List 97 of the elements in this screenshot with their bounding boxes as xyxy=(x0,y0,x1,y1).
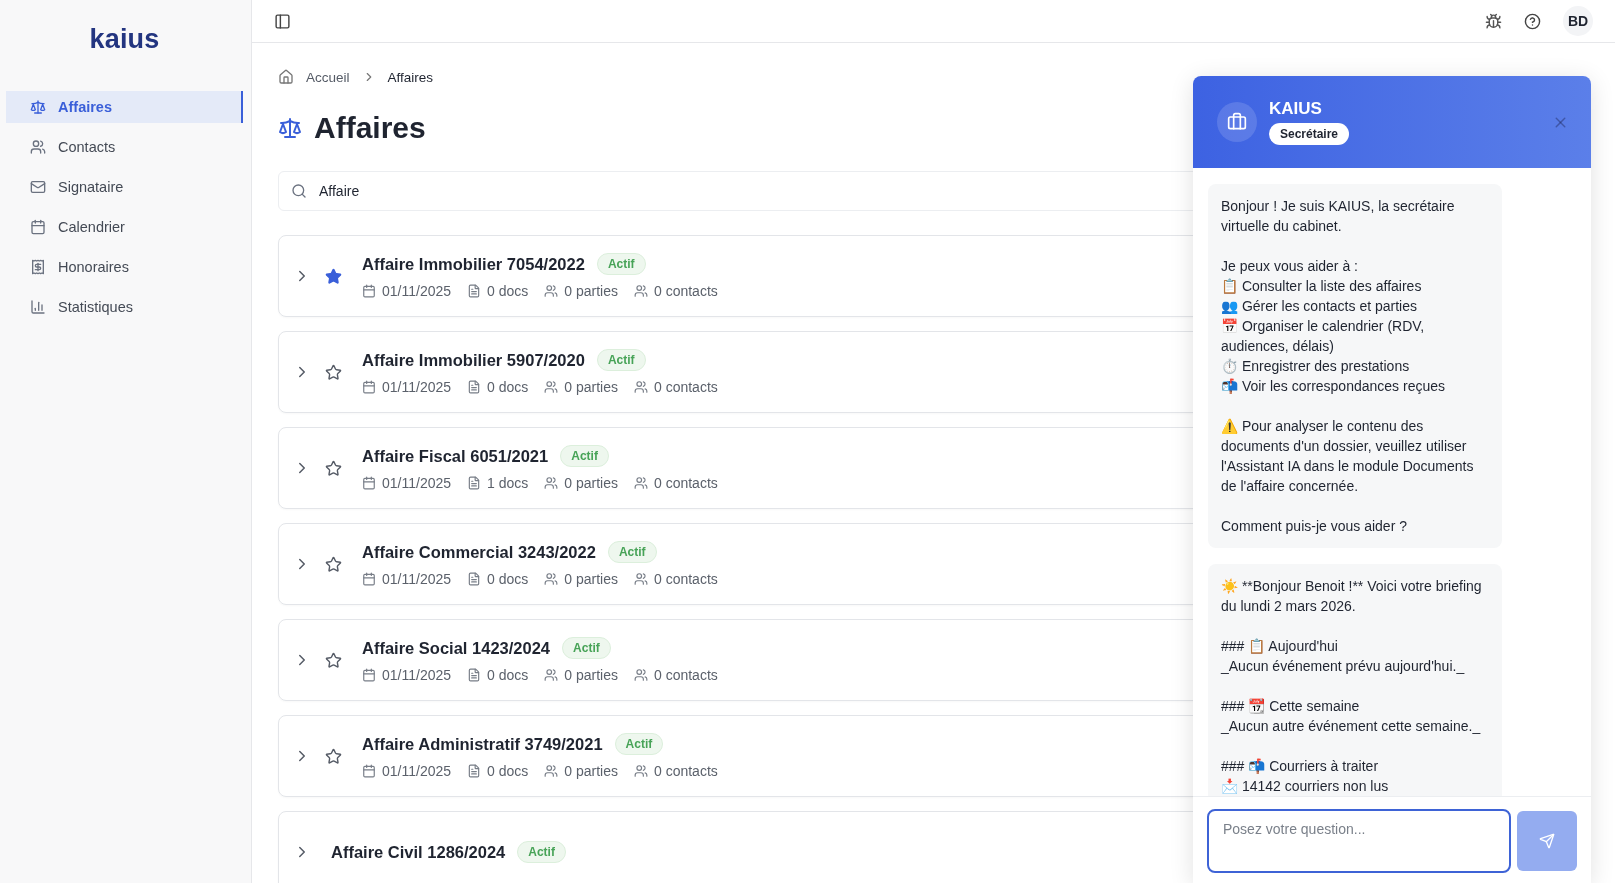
breadcrumb-link[interactable]: Accueil xyxy=(306,69,350,85)
calendar-icon xyxy=(362,284,376,298)
parties-count: 0 parties xyxy=(564,379,618,395)
users-icon xyxy=(634,284,648,298)
sidebar-item[interactable]: Honoraires xyxy=(6,251,243,283)
status-badge: Actif xyxy=(560,445,609,467)
case-date: 01/11/2025 xyxy=(382,667,452,683)
star-icon[interactable] xyxy=(325,267,342,285)
users-icon xyxy=(634,572,648,586)
docs-count: 0 docs xyxy=(487,571,529,587)
parties-count: 0 parties xyxy=(564,283,618,299)
status-badge: Actif xyxy=(562,637,611,659)
contacts-count: 0 contacts xyxy=(654,571,718,587)
user-avatar[interactable]: BD xyxy=(1563,6,1593,36)
users-icon xyxy=(634,476,648,490)
users-icon xyxy=(544,284,559,298)
parties-count: 0 parties xyxy=(564,667,618,683)
calendar-icon xyxy=(362,668,376,682)
users-icon xyxy=(544,668,559,682)
home-icon[interactable] xyxy=(278,69,294,85)
case-date: 01/11/2025 xyxy=(382,571,452,587)
page-title: Affaires xyxy=(314,111,426,145)
bug-icon[interactable] xyxy=(1485,12,1502,30)
case-date: 01/11/2025 xyxy=(382,283,452,299)
sidebar-item[interactable]: Affaires xyxy=(6,91,243,123)
breadcrumb-link[interactable]: Affaires xyxy=(387,69,434,85)
docs-count: 0 docs xyxy=(487,667,529,683)
contacts-count: 0 contacts xyxy=(654,379,718,395)
status-badge: Actif xyxy=(614,733,664,755)
bar-chart-icon xyxy=(30,299,46,315)
status-badge: Actif xyxy=(607,541,657,563)
contacts-count: 0 contacts xyxy=(654,763,718,779)
chat-message: ☀ **Bonjour Benoit !** Voici votre briefing du lundi 2 mars 2026. ### 📋 Aujourd'hui _Aucun événement prévu aujourd'hui._ ### 📆 Cette semaine _Aucun autre événement cette semaine._ ### 📬 Courriers à traiter 📩 14142 courriers non lus xyxy=(1208,564,1502,796)
calendar-icon xyxy=(362,380,376,394)
docs-count: 0 docs xyxy=(487,283,529,299)
scale-icon xyxy=(278,116,302,140)
case-title: Affaire Social 1423/2024 xyxy=(362,638,551,658)
case-title: Affaire Commercial 3243/2022 xyxy=(362,542,596,562)
contacts-count: 0 contacts xyxy=(654,475,718,491)
send-icon xyxy=(1539,833,1555,849)
document-icon xyxy=(467,380,482,394)
calendar-icon xyxy=(362,764,376,778)
star-icon[interactable] xyxy=(325,459,342,477)
users-icon xyxy=(634,380,648,394)
case-date: 01/11/2025 xyxy=(382,475,452,491)
briefcase-icon xyxy=(1227,112,1247,132)
case-date: 01/11/2025 xyxy=(382,379,452,395)
contacts-count: 0 contacts xyxy=(654,667,718,683)
contacts-count: 0 contacts xyxy=(654,283,718,299)
status-badge: Actif xyxy=(517,841,566,863)
case-date: 01/11/2025 xyxy=(382,763,452,779)
users-icon xyxy=(544,380,559,394)
case-title: Affaire Administratif 3749/2021 xyxy=(362,734,603,754)
sidebar-item[interactable]: Contacts xyxy=(6,131,243,163)
users-icon xyxy=(544,764,559,778)
users-icon xyxy=(544,476,559,490)
sidebar-item[interactable]: Calendrier xyxy=(6,211,243,243)
sidebar-toggle-icon[interactable] xyxy=(274,12,291,30)
users-icon xyxy=(544,572,559,586)
calendar-icon xyxy=(30,219,46,235)
calendar-icon xyxy=(362,572,376,586)
case-title: Affaire Immobilier 5907/2020 xyxy=(362,350,585,370)
case-title: Affaire Civil 1286/2024 xyxy=(331,842,506,862)
document-icon xyxy=(467,284,482,298)
mail-icon xyxy=(30,179,46,195)
scale-icon xyxy=(30,99,46,115)
document-icon xyxy=(467,572,482,586)
docs-count: 1 docs xyxy=(487,475,529,491)
sidebar-item[interactable]: Signataire xyxy=(6,171,243,203)
docs-count: 0 docs xyxy=(487,379,529,395)
parties-count: 0 parties xyxy=(564,475,618,491)
bot-name: KAIUS xyxy=(1269,99,1322,119)
parties-count: 0 parties xyxy=(564,763,618,779)
question-field[interactable]: Posez votre question... xyxy=(1207,809,1511,873)
role-badge: Secrétaire xyxy=(1269,123,1350,145)
status-badge: Actif xyxy=(596,253,646,275)
users-icon xyxy=(634,764,648,778)
users-icon xyxy=(30,139,46,155)
calendar-icon xyxy=(362,476,376,490)
star-icon[interactable] xyxy=(325,651,342,669)
star-icon[interactable] xyxy=(325,363,342,381)
users-icon xyxy=(634,668,648,682)
star-icon[interactable] xyxy=(325,747,342,765)
docs-count: 0 docs xyxy=(487,763,529,779)
document-icon xyxy=(467,476,482,490)
document-icon xyxy=(467,668,482,682)
logo: kaius xyxy=(89,24,160,55)
case-title: Affaire Immobilier 7054/2022 xyxy=(362,254,585,274)
parties-count: 0 parties xyxy=(564,571,618,587)
star-icon[interactable] xyxy=(325,555,342,573)
dollar-document-icon xyxy=(30,259,46,275)
help-icon[interactable] xyxy=(1524,12,1541,30)
case-title: Affaire Fiscal 6051/2021 xyxy=(362,446,549,466)
status-badge: Actif xyxy=(596,349,646,371)
sidebar-item[interactable]: Statistiques xyxy=(6,291,243,323)
document-icon xyxy=(467,764,482,778)
chat-message: Bonjour ! Je suis KAIUS, la secrétaire virtuelle du cabinet. Je peux vous aider à : 📋 Consulter la liste des affaires 👥 Gérer les contacts et parties 📅 Organiser le calendrier (RDV, audiences, délais) ⏱ Enregistrer des prestations 📬 Voir les correspondances reçues ⚠ Pour analyser le contenu des documents d'un dossier, veuillez utiliser l'Assistant IA dans le module Documents de l'affaire concernée. Comment puis-je vous aider ? xyxy=(1208,184,1502,548)
